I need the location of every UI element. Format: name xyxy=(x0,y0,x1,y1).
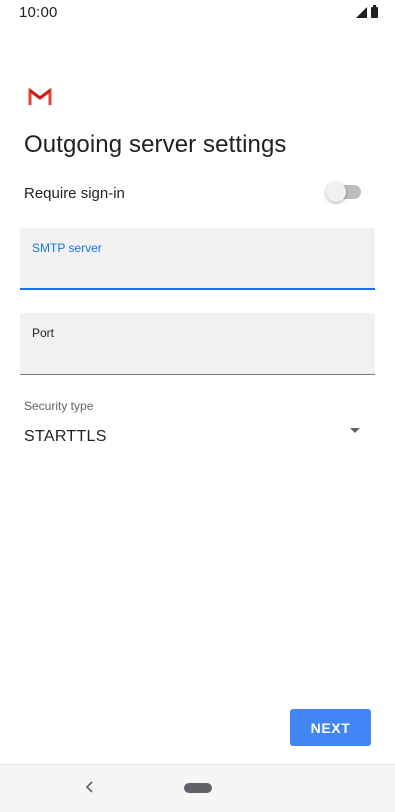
require-signin-toggle[interactable] xyxy=(326,182,361,202)
security-type-label: Security type xyxy=(24,399,94,413)
battery-icon xyxy=(371,5,378,18)
smtp-server-input[interactable] xyxy=(32,260,362,282)
dropdown-arrow-icon xyxy=(350,428,360,433)
status-icons xyxy=(356,5,378,18)
smtp-server-field[interactable]: SMTP server xyxy=(20,228,375,290)
security-type-dropdown[interactable]: STARTTLS xyxy=(20,420,375,454)
page-title: Outgoing server settings xyxy=(24,131,287,158)
toggle-thumb xyxy=(326,182,346,202)
status-time: 10:00 xyxy=(19,4,58,21)
next-button[interactable]: NEXT xyxy=(290,709,371,746)
home-pill-icon[interactable] xyxy=(184,783,212,793)
require-signin-label: Require sign-in xyxy=(24,185,125,202)
gmail-logo-icon xyxy=(28,88,52,105)
back-chevron-icon[interactable] xyxy=(80,775,100,799)
port-field[interactable]: Port xyxy=(20,313,375,375)
status-bar: 10:00 xyxy=(0,0,395,26)
navigation-bar xyxy=(0,764,395,812)
port-input[interactable] xyxy=(32,345,362,367)
security-type-value: STARTTLS xyxy=(24,428,107,445)
port-label: Port xyxy=(32,326,55,340)
require-signin-row: Require sign-in xyxy=(24,178,371,208)
smtp-server-label: SMTP server xyxy=(32,241,102,255)
signal-icon xyxy=(356,7,367,18)
